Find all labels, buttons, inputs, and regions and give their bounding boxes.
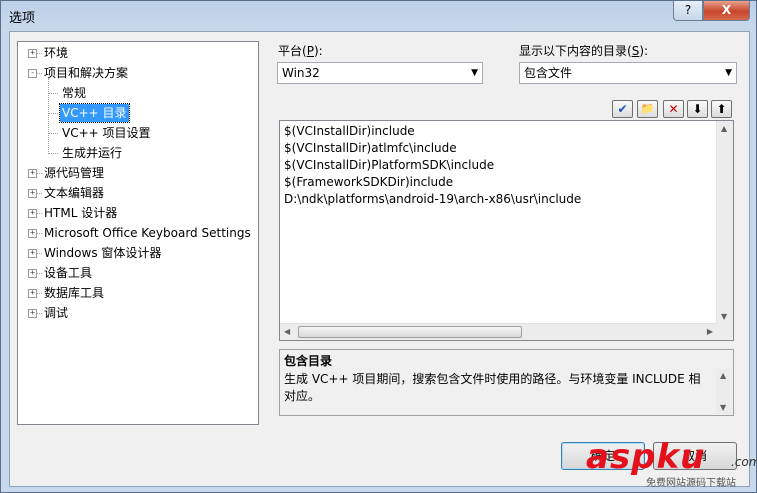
directory-item[interactable]: $(FrameworkSDKDir)include: [284, 174, 453, 191]
options-dialog: 选项 ? X + 环境 - 项目和解决方案 常规 VC++ 目录 VC++ 项目设置 生成并运…: [0, 0, 757, 493]
expand-icon[interactable]: +: [28, 249, 37, 258]
tree-item[interactable]: + 设备工具: [18, 264, 258, 282]
tree-item[interactable]: + 环境: [18, 44, 258, 62]
description-scrollbar[interactable]: ▲ ▼: [716, 369, 732, 414]
expand-icon[interactable]: +: [28, 229, 37, 238]
platform-label: 平台(P):: [278, 44, 323, 58]
tree-item[interactable]: 常规: [18, 84, 258, 102]
platform-select[interactable]: Win32 ▼: [277, 62, 483, 84]
tree-item-label: 环境: [44, 46, 69, 60]
tree-item[interactable]: VC++ 目录: [18, 103, 258, 123]
tree-item[interactable]: + 源代码管理: [18, 164, 258, 182]
expand-icon[interactable]: +: [28, 169, 37, 178]
expand-icon[interactable]: +: [28, 209, 37, 218]
tree-item-label: 项目和解决方案: [44, 66, 129, 80]
tree-item-label: HTML 设计器: [44, 206, 118, 220]
tree-item[interactable]: - 项目和解决方案: [18, 64, 258, 82]
chevron-down-icon: ▼: [471, 68, 478, 78]
delete-icon[interactable]: ✕: [663, 100, 684, 118]
expand-icon[interactable]: +: [28, 269, 37, 278]
expand-icon[interactable]: +: [28, 49, 37, 58]
move-down-icon[interactable]: ⬇: [687, 100, 708, 118]
tree-item[interactable]: + 调试: [18, 304, 258, 322]
tree-item-label: 设备工具: [44, 266, 93, 280]
tree-item-label: 调试: [44, 306, 69, 320]
show-dirs-value: 包含文件: [524, 66, 573, 80]
watermark-brand: aspku: [586, 437, 706, 477]
scroll-up-icon[interactable]: ▲: [720, 371, 726, 380]
description-text: 生成 VC++ 项目期间，搜索包含文件时使用的路径。与环境变量 INCLUDE …: [284, 372, 701, 403]
options-tree[interactable]: + 环境 - 项目和解决方案 常规 VC++ 目录 VC++ 项目设置 生成并运行 + 源代码管理…: [17, 41, 259, 425]
help-button[interactable]: ?: [673, 1, 703, 21]
dialog-client-area: + 环境 - 项目和解决方案 常规 VC++ 目录 VC++ 项目设置 生成并运行 + 源代码管理…: [9, 31, 750, 487]
tree-item-label: 数据库工具: [44, 286, 105, 300]
tree-item-label: 源代码管理: [44, 166, 105, 180]
collapse-icon[interactable]: -: [28, 69, 37, 78]
scroll-down-icon[interactable]: ▼: [720, 403, 726, 412]
new-folder-icon[interactable]: 📁: [637, 100, 658, 118]
scroll-thumb[interactable]: [298, 326, 522, 338]
show-dirs-label: 显示以下内容的目录(S):: [519, 44, 649, 58]
tree-item-label: 生成并运行: [62, 146, 123, 160]
tree-item[interactable]: + 数据库工具: [18, 284, 258, 302]
directory-item[interactable]: $(VCInstallDir)include: [284, 123, 415, 140]
tree-connector: [48, 133, 58, 134]
platform-value: Win32: [282, 66, 320, 80]
tree-item[interactable]: + 文本编辑器: [18, 184, 258, 202]
directory-item[interactable]: $(VCInstallDir)atlmfc\include: [284, 140, 457, 157]
scroll-up-icon[interactable]: ▲: [721, 124, 727, 133]
move-up-icon[interactable]: ⬆: [711, 100, 732, 118]
tree-item[interactable]: 生成并运行: [18, 144, 258, 162]
tree-connector: [48, 78, 49, 154]
watermark-tld: .com: [731, 455, 757, 469]
scroll-down-icon[interactable]: ▼: [721, 312, 727, 321]
expand-icon[interactable]: +: [28, 189, 37, 198]
watermark-subtitle: 免费网站源码下载站: [646, 478, 736, 489]
watermark-logo: aspku .com 免费网站源码下载站: [586, 437, 757, 489]
scroll-corner: [717, 324, 733, 340]
check-icon[interactable]: ✔: [612, 100, 633, 118]
expand-icon[interactable]: +: [28, 309, 37, 318]
description-panel: 包含目录 生成 VC++ 项目期间，搜索包含文件时使用的路径。与环境变量 INC…: [279, 349, 734, 416]
tree-item[interactable]: + Windows 窗体设计器: [18, 244, 258, 262]
tree-item-label: Windows 窗体设计器: [44, 246, 162, 260]
scroll-left-icon[interactable]: ◀: [284, 327, 290, 336]
tree-item[interactable]: VC++ 项目设置: [18, 124, 258, 142]
tree-connector: [48, 113, 58, 114]
show-dirs-select[interactable]: 包含文件 ▼: [519, 62, 737, 84]
vertical-scrollbar[interactable]: ▲ ▼: [716, 121, 733, 324]
tree-connector: [48, 93, 58, 94]
tree-item-label: 文本编辑器: [44, 186, 105, 200]
tree-item[interactable]: + Microsoft Office Keyboard Settings: [18, 224, 258, 242]
window-title: 选项: [9, 11, 36, 26]
scroll-right-icon[interactable]: ▶: [707, 327, 713, 336]
tree-item-label: 常规: [62, 86, 87, 100]
description-title: 包含目录: [284, 354, 333, 368]
horizontal-scrollbar[interactable]: ◀ ▶: [280, 323, 717, 340]
chevron-down-icon: ▼: [725, 68, 732, 78]
tree-connector: [48, 153, 58, 154]
directory-item[interactable]: $(VCInstallDir)PlatformSDK\include: [284, 157, 494, 174]
tree-item-label: Microsoft Office Keyboard Settings: [44, 226, 251, 240]
directory-list[interactable]: $(VCInstallDir)include $(VCInstallDir)atl…: [279, 120, 734, 341]
expand-icon[interactable]: +: [28, 289, 37, 298]
directory-item[interactable]: D:\ndk\platforms\android-19\arch-x86\usr…: [284, 191, 581, 208]
tree-item-label: VC++ 目录: [59, 103, 130, 123]
close-button[interactable]: X: [703, 1, 750, 21]
tree-item[interactable]: + HTML 设计器: [18, 204, 258, 222]
tree-item-label: VC++ 项目设置: [62, 126, 151, 140]
